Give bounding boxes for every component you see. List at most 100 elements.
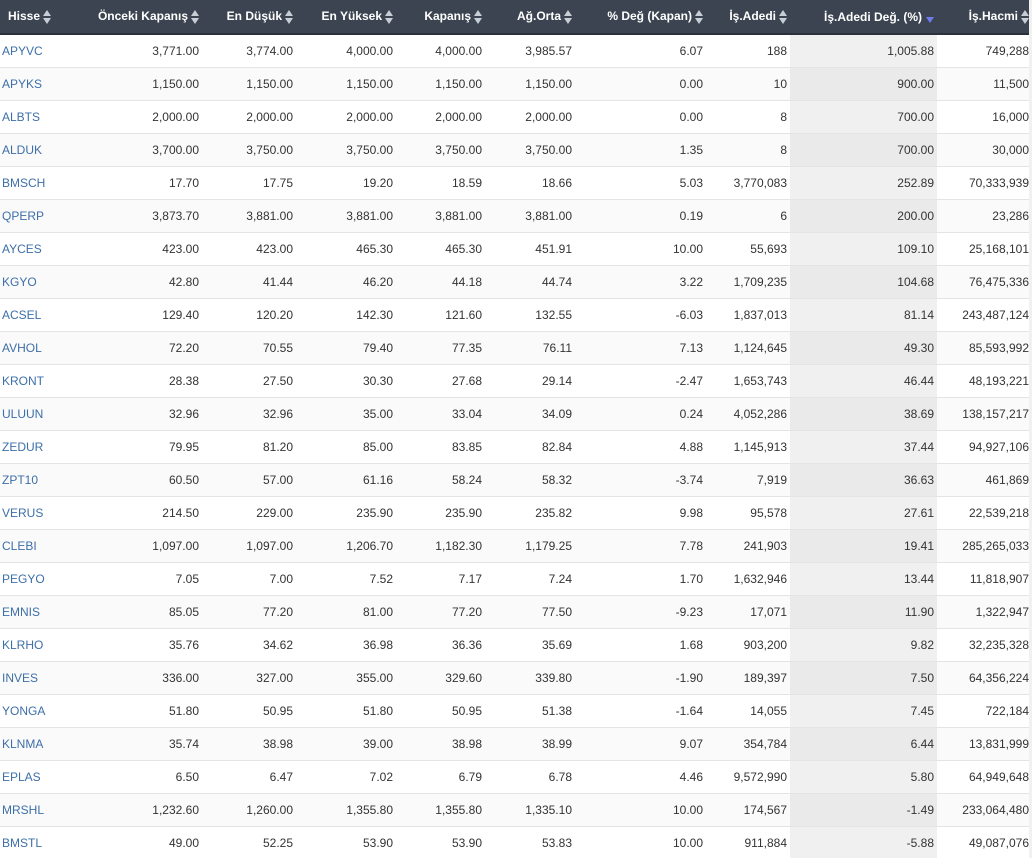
table-row[interactable]: YONGA 51.80 50.95 51.80 50.95 51.38 -1.64 14,05… bbox=[0, 694, 1032, 728]
column-header-islem-adedi[interactable]: İş.Adedi bbox=[706, 0, 790, 35]
cell-symbol[interactable]: APYVC bbox=[0, 34, 47, 68]
cell-trade-count: 55,693 bbox=[706, 232, 790, 266]
column-header-label: İş.Adedi Değ. (%) bbox=[823, 9, 922, 24]
cell-symbol[interactable]: ULUUN bbox=[0, 397, 47, 431]
cell-symbol[interactable]: KLRHO bbox=[0, 628, 47, 662]
column-header-en-dusuk[interactable]: En Düşük bbox=[202, 0, 296, 35]
sort-toggle-icon[interactable] bbox=[191, 9, 199, 24]
sort-descending-icon[interactable] bbox=[926, 17, 934, 24]
column-header-onceki-kapanis[interactable]: Önceki Kapanış bbox=[47, 0, 202, 35]
table-row[interactable]: QPERP 3,873.70 3,881.00 3,881.00 3,881.00 3,8… bbox=[0, 199, 1032, 233]
cell-symbol[interactable]: AVHOL bbox=[0, 331, 47, 365]
cell-high: 30.30 bbox=[296, 364, 396, 398]
cell-change-percent: -3.74 bbox=[575, 463, 706, 497]
cell-weighted-average: 76.11 bbox=[485, 331, 575, 365]
sort-toggle-icon[interactable] bbox=[1021, 9, 1029, 24]
cell-change-percent: 1.68 bbox=[575, 628, 706, 662]
column-header-islem-hacmi[interactable]: İş.Hacmi bbox=[937, 0, 1032, 35]
table-row[interactable]: KLNMA 35.74 38.98 39.00 38.98 38.99 9.07 354,78… bbox=[0, 727, 1032, 761]
table-row[interactable]: CLEBI 1,097.00 1,097.00 1,206.70 1,182.30 1,1… bbox=[0, 529, 1032, 563]
cell-trade-count-change: 11.90 bbox=[790, 595, 937, 629]
column-header-label: En Düşük bbox=[226, 9, 282, 24]
sort-toggle-icon[interactable] bbox=[564, 9, 572, 24]
cell-low: 7.00 bbox=[202, 562, 296, 596]
cell-change-percent: 0.00 bbox=[575, 100, 706, 134]
cell-symbol[interactable]: INVES bbox=[0, 661, 47, 695]
cell-trade-count-change: 6.44 bbox=[790, 727, 937, 761]
table-row[interactable]: ACSEL 129.40 120.20 142.30 121.60 132.55 -6.03… bbox=[0, 298, 1032, 332]
cell-high: 51.80 bbox=[296, 694, 396, 728]
table-row[interactable]: PEGYO 7.05 7.00 7.52 7.17 7.24 1.70 1,632,946 13… bbox=[0, 562, 1032, 596]
cell-trade-volume: 85,593,992 bbox=[937, 331, 1032, 365]
cell-symbol[interactable]: EPLAS bbox=[0, 760, 47, 794]
table-row[interactable]: KLRHO 35.76 34.62 36.98 36.36 35.69 1.68 903,20… bbox=[0, 628, 1032, 662]
column-header-islem-adedi-degisim[interactable]: İş.Adedi Değ. (%) bbox=[790, 0, 937, 35]
column-header-en-yuksek[interactable]: En Yüksek bbox=[296, 0, 396, 35]
column-header-kapanis[interactable]: Kapanış bbox=[396, 0, 485, 35]
table-row[interactable]: EPLAS 6.50 6.47 7.02 6.79 6.78 4.46 9,572,990 5.… bbox=[0, 760, 1032, 794]
cell-trade-count-change: 81.14 bbox=[790, 298, 937, 332]
cell-close: 27.68 bbox=[396, 364, 485, 398]
table-row[interactable]: MRSHL 1,232.60 1,260.00 1,355.80 1,355.80 1,3… bbox=[0, 793, 1032, 827]
cell-symbol[interactable]: ZPT10 bbox=[0, 463, 47, 497]
table-row[interactable]: APYKS 1,150.00 1,150.00 1,150.00 1,150.00 1,1… bbox=[0, 67, 1032, 101]
column-header-label: En Yüksek bbox=[321, 9, 382, 24]
table-row[interactable]: APYVC 3,771.00 3,774.00 4,000.00 4,000.00 3,9… bbox=[0, 34, 1032, 68]
cell-symbol[interactable]: AYCES bbox=[0, 232, 47, 266]
table-row[interactable]: EMNIS 85.05 77.20 81.00 77.20 77.50 -9.23 17,07… bbox=[0, 595, 1032, 629]
cell-symbol[interactable]: ZEDUR bbox=[0, 430, 47, 464]
cell-symbol[interactable]: CLEBI bbox=[0, 529, 47, 563]
cell-symbol[interactable]: PEGYO bbox=[0, 562, 47, 596]
table-row[interactable]: BMSCH 17.70 17.75 19.20 18.59 18.66 5.03 3,770,… bbox=[0, 166, 1032, 200]
sort-toggle-icon[interactable] bbox=[43, 9, 52, 24]
table-row[interactable]: INVES 336.00 327.00 355.00 329.60 339.80 -1.90… bbox=[0, 661, 1032, 695]
sort-toggle-icon[interactable] bbox=[474, 9, 482, 24]
cell-weighted-average: 132.55 bbox=[485, 298, 575, 332]
sort-toggle-icon[interactable] bbox=[385, 9, 393, 24]
table-row[interactable]: ALBTS 2,000.00 2,000.00 2,000.00 2,000.00 2,0… bbox=[0, 100, 1032, 134]
column-header-label: İş.Hacmi bbox=[968, 9, 1018, 24]
cell-trade-volume: 11,500 bbox=[937, 67, 1032, 101]
cell-previous-close: 214.50 bbox=[47, 496, 202, 530]
cell-symbol[interactable]: VERUS bbox=[0, 496, 47, 530]
cell-symbol[interactable]: ALDUK bbox=[0, 133, 47, 167]
cell-symbol[interactable]: BMSCH bbox=[0, 166, 47, 200]
cell-symbol[interactable]: YONGA bbox=[0, 694, 47, 728]
sort-toggle-icon[interactable] bbox=[695, 9, 703, 24]
column-header-ag-orta[interactable]: Ağ.Orta bbox=[485, 0, 575, 35]
column-header-degisim-yuzde[interactable]: % Değ (Kapan) bbox=[575, 0, 706, 35]
table-row[interactable]: AYCES 423.00 423.00 465.30 465.30 451.91 10.00… bbox=[0, 232, 1032, 266]
cell-change-percent: -6.03 bbox=[575, 298, 706, 332]
cell-low: 70.55 bbox=[202, 331, 296, 365]
cell-high: 2,000.00 bbox=[296, 100, 396, 134]
table-row[interactable]: AVHOL 72.20 70.55 79.40 77.35 76.11 7.13 1,124,… bbox=[0, 331, 1032, 365]
cell-change-percent: 1.70 bbox=[575, 562, 706, 596]
cell-trade-volume: 32,235,328 bbox=[937, 628, 1032, 662]
cell-high: 3,881.00 bbox=[296, 199, 396, 233]
cell-weighted-average: 44.74 bbox=[485, 265, 575, 299]
sort-toggle-icon[interactable] bbox=[779, 9, 787, 24]
table-row[interactable]: BMSTL 49.00 52.25 53.90 53.90 53.83 10.00 911,8… bbox=[0, 826, 1032, 858]
cell-symbol[interactable]: ACSEL bbox=[0, 298, 47, 332]
table-row[interactable]: KRONT 28.38 27.50 30.30 27.68 29.14 -2.47 1,653… bbox=[0, 364, 1032, 398]
cell-symbol[interactable]: ALBTS bbox=[0, 100, 47, 134]
cell-symbol[interactable]: EMNIS bbox=[0, 595, 47, 629]
cell-high: 36.98 bbox=[296, 628, 396, 662]
table-row[interactable]: ALDUK 3,700.00 3,750.00 3,750.00 3,750.00 3,7… bbox=[0, 133, 1032, 167]
cell-symbol[interactable]: KLNMA bbox=[0, 727, 47, 761]
table-row[interactable]: ULUUN 32.96 32.96 35.00 33.04 34.09 0.24 4,052,… bbox=[0, 397, 1032, 431]
table-row[interactable]: VERUS 214.50 229.00 235.90 235.90 235.82 9.98 9… bbox=[0, 496, 1032, 530]
cell-symbol[interactable]: KRONT bbox=[0, 364, 47, 398]
cell-symbol[interactable]: APYKS bbox=[0, 67, 47, 101]
cell-symbol[interactable]: KGYO bbox=[0, 265, 47, 299]
table-row[interactable]: ZPT10 60.50 57.00 61.16 58.24 58.32 -3.74 7,919… bbox=[0, 463, 1032, 497]
sort-toggle-icon[interactable] bbox=[285, 9, 293, 24]
cell-symbol[interactable]: QPERP bbox=[0, 199, 47, 233]
table-row[interactable]: ZEDUR 79.95 81.20 85.00 83.85 82.84 4.88 1,145,… bbox=[0, 430, 1032, 464]
cell-close: 77.35 bbox=[396, 331, 485, 365]
column-header-hisse[interactable]: Hisse bbox=[0, 0, 52, 35]
cell-previous-close: 35.76 bbox=[47, 628, 202, 662]
cell-symbol[interactable]: BMSTL bbox=[0, 826, 47, 858]
table-row[interactable]: KGYO 42.80 41.44 46.20 44.18 44.74 3.22 1,709,2… bbox=[0, 265, 1032, 299]
cell-symbol[interactable]: MRSHL bbox=[0, 793, 47, 827]
